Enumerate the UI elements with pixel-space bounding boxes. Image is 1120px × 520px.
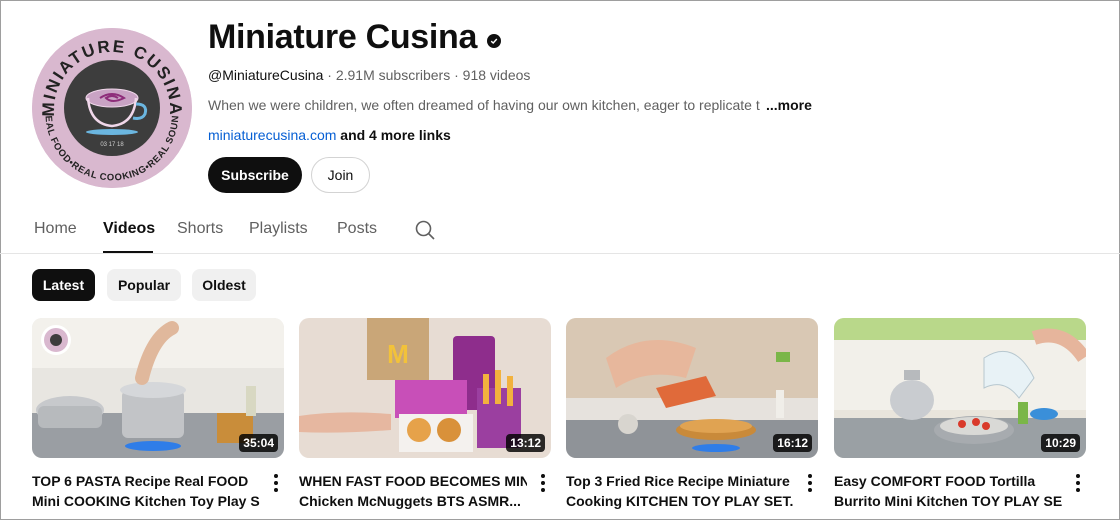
video-title[interactable]: TOP 6 PASTA Recipe Real FOOD Mini COOKIN… bbox=[32, 471, 260, 511]
video-duration: 13:12 bbox=[506, 434, 545, 452]
channel-name-text: Miniature Cusina bbox=[208, 18, 478, 56]
video-title-line: TOP 6 PASTA Recipe Real FOOD bbox=[32, 473, 249, 489]
more-links-link[interactable]: and 4 more links bbox=[340, 127, 450, 143]
channel-avatar[interactable]: MINIATURE CUSINA REAL FOOD•REAL COOKING•… bbox=[32, 28, 192, 188]
more-vert-icon[interactable] bbox=[272, 474, 280, 494]
video-thumbnail[interactable]: 10:29 bbox=[834, 318, 1086, 458]
more-vert-icon[interactable] bbox=[539, 474, 547, 494]
video-title[interactable]: Easy COMFORT FOOD Tortilla Burrito Mini … bbox=[834, 471, 1062, 511]
tab-playlists[interactable]: Playlists bbox=[249, 220, 308, 238]
more-vert-icon[interactable] bbox=[1074, 474, 1082, 494]
video-title-line: Cooking KITCHEN TOY PLAY SET... bbox=[566, 493, 794, 509]
logo-date-text: 03 17 18 bbox=[100, 142, 124, 148]
channel-handle: @MiniatureCusina bbox=[208, 67, 324, 83]
description-more-link[interactable]: ...more bbox=[764, 97, 812, 113]
active-tab-indicator bbox=[103, 251, 153, 253]
svg-text:M: M bbox=[387, 339, 409, 369]
channel-title: Miniature Cusina bbox=[208, 18, 502, 57]
tab-home[interactable]: Home bbox=[34, 220, 77, 238]
subscriber-count: 2.91M subscribers bbox=[335, 67, 451, 83]
video-title-line: WHEN FAST FOOD BECOMES MINI bbox=[299, 473, 527, 489]
video-title-line: Top 3 Fried Rice Recipe Miniature bbox=[566, 473, 790, 489]
chip-oldest[interactable]: Oldest bbox=[192, 269, 256, 301]
subscribe-button[interactable]: Subscribe bbox=[208, 157, 302, 193]
channel-website-link[interactable]: miniaturecusina.com bbox=[208, 127, 336, 143]
channel-description[interactable]: When we were children, we often dreamed … bbox=[208, 97, 818, 113]
tab-videos[interactable]: Videos bbox=[103, 220, 155, 238]
tab-shorts[interactable]: Shorts bbox=[177, 220, 223, 238]
video-title[interactable]: WHEN FAST FOOD BECOMES MINI Chicken McNu… bbox=[299, 471, 527, 511]
video-duration: 10:29 bbox=[1041, 434, 1080, 452]
video-title-line: Burrito Mini Kitchen TOY PLAY SE... bbox=[834, 493, 1062, 509]
video-title-line: Mini COOKING Kitchen Toy Play S... bbox=[32, 493, 260, 509]
video-card[interactable]: 10:29 Easy COMFORT FOOD Tortilla Burrito… bbox=[834, 318, 1086, 511]
video-count: 918 videos bbox=[462, 67, 531, 83]
meta-separator: · bbox=[327, 67, 336, 83]
meta-separator: · bbox=[454, 67, 463, 83]
video-title[interactable]: Top 3 Fried Rice Recipe Miniature Cookin… bbox=[566, 471, 794, 511]
video-card[interactable]: 35:04 TOP 6 PASTA Recipe Real FOOD Mini … bbox=[32, 318, 284, 511]
video-thumbnail[interactable]: 35:04 bbox=[32, 318, 284, 458]
chip-latest[interactable]: Latest bbox=[32, 269, 95, 301]
video-card[interactable]: 16:12 Top 3 Fried Rice Recipe Miniature … bbox=[566, 318, 818, 511]
chip-popular[interactable]: Popular bbox=[107, 269, 181, 301]
video-duration: 35:04 bbox=[239, 434, 278, 452]
more-vert-icon[interactable] bbox=[806, 474, 814, 494]
channel-meta: @MiniatureCusina · 2.91M subscribers · 9… bbox=[208, 67, 530, 83]
video-card[interactable]: M 13:12 WHEN FAST FOOD BECOMES MINI Chic… bbox=[299, 318, 551, 511]
verified-badge-icon bbox=[487, 33, 502, 48]
channel-tabs: Home Videos Shorts Playlists Posts bbox=[0, 210, 1120, 254]
tab-posts[interactable]: Posts bbox=[337, 220, 377, 238]
video-title-line: Chicken McNuggets BTS ASMR... bbox=[299, 493, 521, 509]
video-duration: 16:12 bbox=[773, 434, 812, 452]
video-title-line: Easy COMFORT FOOD Tortilla bbox=[834, 473, 1036, 489]
video-thumbnail[interactable]: 16:12 bbox=[566, 318, 818, 458]
channel-links: miniaturecusina.com and 4 more links bbox=[208, 127, 451, 143]
search-icon[interactable] bbox=[414, 219, 436, 241]
channel-logo: MINIATURE CUSINA REAL FOOD•REAL COOKING•… bbox=[32, 28, 192, 188]
join-button[interactable]: Join bbox=[311, 157, 370, 193]
video-thumbnail[interactable]: M 13:12 bbox=[299, 318, 551, 458]
